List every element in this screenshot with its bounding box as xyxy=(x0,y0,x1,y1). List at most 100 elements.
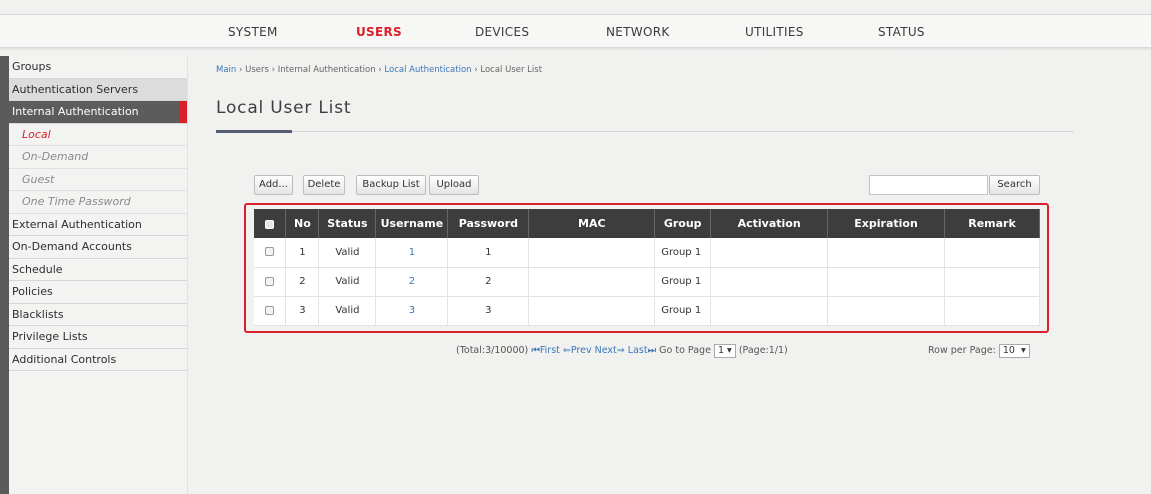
cell-password: 2 xyxy=(447,267,530,297)
chevron-down-icon: ▾ xyxy=(1020,345,1026,356)
sidebar-item-schedule[interactable]: Schedule xyxy=(9,259,187,281)
sidebar-item-policies[interactable]: Policies xyxy=(9,281,187,304)
column-header-remark[interactable]: Remark xyxy=(944,209,1040,238)
breadcrumb-main[interactable]: Main xyxy=(216,65,236,75)
cell-no: 3 xyxy=(285,296,320,326)
column-header-expiration[interactable]: Expiration xyxy=(827,209,946,238)
table-row: 2 Valid 2 2 Group 1 xyxy=(254,267,1040,297)
column-header-mac[interactable]: MAC xyxy=(528,209,656,238)
username-link[interactable]: 1 xyxy=(409,247,415,258)
row-checkbox[interactable] xyxy=(265,247,275,257)
column-header-no[interactable]: No xyxy=(285,209,320,238)
cell-expiration xyxy=(827,238,946,268)
sidebar-item-privilege-lists[interactable]: Privilege Lists xyxy=(9,326,187,349)
page-title: Local User List xyxy=(216,98,352,118)
sidebar-subitem-guest[interactable]: Guest xyxy=(9,169,187,191)
sidebar-item-on-demand-accounts[interactable]: On-Demand Accounts xyxy=(9,236,187,259)
pagination: (Total:3/10000) ⏮First ⇐Prev Next⇒ Last⏭… xyxy=(456,344,788,358)
backup-list-button[interactable]: Backup List xyxy=(356,175,426,195)
breadcrumb-separator: › xyxy=(474,65,478,75)
arrow-right-icon: ⇒ xyxy=(616,345,625,356)
goto-page-label: Go to Page xyxy=(659,345,711,356)
sidebar-item-additional-controls[interactable]: Additional Controls xyxy=(9,349,187,371)
row-checkbox[interactable] xyxy=(265,276,275,286)
checkbox-icon[interactable] xyxy=(265,219,275,229)
nav-devices[interactable]: DEVICES xyxy=(475,25,529,39)
search-input[interactable] xyxy=(869,175,988,195)
nav-system[interactable]: SYSTEM xyxy=(228,25,278,39)
row-select-cell[interactable] xyxy=(254,296,287,326)
sidebar-item-internal-authentication[interactable]: Internal Authentication xyxy=(9,101,187,124)
delete-button[interactable]: Delete xyxy=(303,175,345,195)
column-header-username[interactable]: Username xyxy=(375,209,449,238)
table-header-row: No Status Username Password MAC Group Ac… xyxy=(254,209,1040,238)
cell-activation xyxy=(710,267,829,297)
row-select-cell[interactable] xyxy=(254,267,287,297)
username-link[interactable]: 2 xyxy=(409,276,415,287)
cell-remark xyxy=(944,296,1040,326)
rows-per-page: Row per Page: 10 ▾ xyxy=(928,344,1030,358)
cell-mac xyxy=(528,238,656,268)
select-all-checkbox[interactable] xyxy=(254,209,287,238)
arrow-left-icon: ⇐ xyxy=(562,345,571,356)
left-edge-strip xyxy=(0,56,9,494)
page-info: (Page:1/1) xyxy=(738,345,788,356)
username-link[interactable]: 3 xyxy=(409,305,415,316)
breadcrumb-separator: › xyxy=(239,65,243,75)
pager-first-label: First xyxy=(539,345,560,356)
cell-status: Valid xyxy=(318,267,377,297)
cell-password: 1 xyxy=(447,238,530,268)
page-select[interactable]: 1 ▾ xyxy=(713,344,736,358)
cell-username[interactable]: 2 xyxy=(375,267,449,297)
user-table: No Status Username Password MAC Group Ac… xyxy=(254,209,1040,326)
column-header-password[interactable]: Password xyxy=(447,209,530,238)
cell-status: Valid xyxy=(318,296,377,326)
breadcrumb-internal-authentication: Internal Authentication xyxy=(277,65,376,75)
cell-username[interactable]: 3 xyxy=(375,296,449,326)
cell-activation xyxy=(710,238,829,268)
cell-remark xyxy=(944,238,1040,268)
last-page-icon: ⏭ xyxy=(647,345,657,356)
rows-per-page-select[interactable]: 10 ▾ xyxy=(998,344,1030,358)
pager-next-link[interactable]: Next⇒ xyxy=(595,345,625,356)
column-header-activation[interactable]: Activation xyxy=(710,209,829,238)
top-navigation-bar: SYSTEM USERS DEVICES NETWORK UTILITIES S… xyxy=(0,14,1151,51)
sidebar-item-blacklists[interactable]: Blacklists xyxy=(9,304,187,326)
cell-mac xyxy=(528,267,656,297)
table-row: 1 Valid 1 1 Group 1 xyxy=(254,238,1040,268)
row-select-cell[interactable] xyxy=(254,238,287,268)
nav-network[interactable]: NETWORK xyxy=(606,25,670,39)
cell-group: Group 1 xyxy=(654,238,712,268)
nav-shadow xyxy=(0,47,1151,51)
breadcrumb-local-authentication[interactable]: Local Authentication xyxy=(384,65,471,75)
column-header-group[interactable]: Group xyxy=(654,209,712,238)
search-button[interactable]: Search xyxy=(989,175,1040,195)
cell-group: Group 1 xyxy=(654,267,712,297)
title-divider-accent xyxy=(216,130,292,133)
upload-button[interactable]: Upload xyxy=(429,175,479,195)
cell-mac xyxy=(528,296,656,326)
breadcrumb-users: Users xyxy=(245,65,269,75)
column-header-status[interactable]: Status xyxy=(318,209,377,238)
sidebar-item-external-authentication[interactable]: External Authentication xyxy=(9,214,187,236)
chevron-down-icon: ▾ xyxy=(727,345,732,356)
row-checkbox[interactable] xyxy=(265,305,275,315)
pager-first-link[interactable]: ⏮First xyxy=(531,345,560,356)
nav-users[interactable]: USERS xyxy=(348,15,410,39)
sidebar-subitem-one-time-password[interactable]: One Time Password xyxy=(9,191,187,214)
sidebar-subitem-local[interactable]: Local xyxy=(9,124,187,146)
sidebar: Groups Authentication Servers Internal A… xyxy=(9,56,188,494)
rows-per-page-value: 10 xyxy=(1002,345,1015,356)
add-button[interactable]: Add... xyxy=(254,175,293,195)
pager-last-link[interactable]: Last⏭ xyxy=(628,345,656,356)
cell-username[interactable]: 1 xyxy=(375,238,449,268)
pager-prev-link[interactable]: ⇐Prev xyxy=(563,345,592,356)
breadcrumb-separator: › xyxy=(378,65,382,75)
sidebar-item-authentication-servers[interactable]: Authentication Servers xyxy=(9,78,187,101)
sidebar-subitem-on-demand[interactable]: On-Demand xyxy=(9,146,187,169)
pager-prev-label: Prev xyxy=(570,345,592,356)
sidebar-item-groups[interactable]: Groups xyxy=(9,56,187,79)
nav-utilities[interactable]: UTILITIES xyxy=(745,25,804,39)
cell-no: 2 xyxy=(285,267,320,297)
nav-status[interactable]: STATUS xyxy=(878,25,925,39)
